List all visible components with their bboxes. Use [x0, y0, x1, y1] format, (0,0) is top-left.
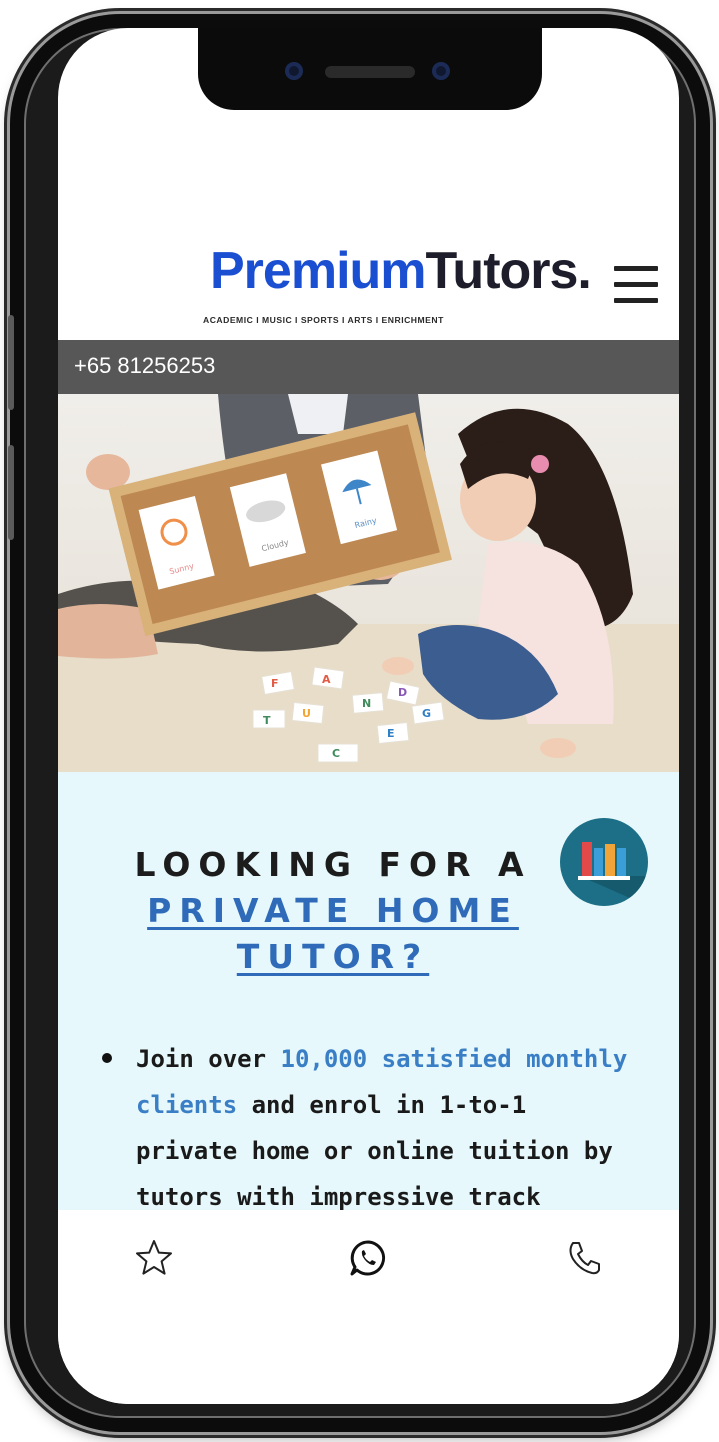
menu-button[interactable] [614, 266, 658, 306]
intro-section: LOOKING FOR A PRIVATE HOME TUTOR? Join o… [58, 772, 679, 1257]
whatsapp-icon[interactable] [348, 1238, 388, 1278]
logo-tutors: Tutors. [425, 242, 592, 300]
svg-text:U: U [302, 707, 311, 720]
star-icon[interactable] [134, 1238, 174, 1278]
intro-heading: LOOKING FOR A PRIVATE HOME TUTOR? [58, 842, 608, 980]
phone-screen: PremiumTutors. ACADEMIC I MUSIC I SPORTS… [58, 28, 679, 1404]
svg-text:C: C [332, 747, 340, 760]
heading-link-line-3[interactable]: TUTOR? [237, 937, 429, 976]
svg-text:D: D [398, 686, 407, 699]
site-logo[interactable]: PremiumTutors. [210, 242, 592, 300]
front-camera-icon [285, 62, 303, 80]
volume-down-button [8, 445, 14, 540]
hero-image: Sunny Cloudy Rainy F A N D G T U C E [58, 394, 679, 772]
svg-text:G: G [422, 707, 431, 720]
svg-text:T: T [263, 714, 271, 727]
svg-text:F: F [271, 677, 279, 690]
contact-bar: +65 81256253 [58, 340, 679, 394]
heading-link-line-2[interactable]: PRIVATE HOME [147, 891, 519, 930]
volume-up-button [8, 315, 14, 410]
front-sensor-icon [432, 62, 450, 80]
bullet-dot [102, 1053, 112, 1063]
logo-premium: Premium [210, 242, 427, 300]
hero-illustration: Sunny Cloudy Rainy F A N D G T U C E [58, 394, 679, 772]
svg-text:E: E [387, 727, 395, 740]
phone-icon[interactable] [564, 1238, 604, 1278]
phone-notch [198, 28, 542, 110]
earpiece-speaker [325, 66, 415, 78]
svg-text:A: A [322, 673, 331, 686]
heading-line-1: LOOKING FOR A [134, 845, 532, 884]
books-icon [560, 818, 648, 906]
site-header: PremiumTutors. ACADEMIC I MUSIC I SPORTS… [58, 233, 679, 343]
bottom-nav [58, 1210, 679, 1404]
contact-phone-number[interactable]: +65 81256253 [74, 353, 215, 379]
logo-tagline: ACADEMIC I MUSIC I SPORTS I ARTS I ENRIC… [203, 315, 444, 325]
svg-text:N: N [362, 697, 371, 710]
